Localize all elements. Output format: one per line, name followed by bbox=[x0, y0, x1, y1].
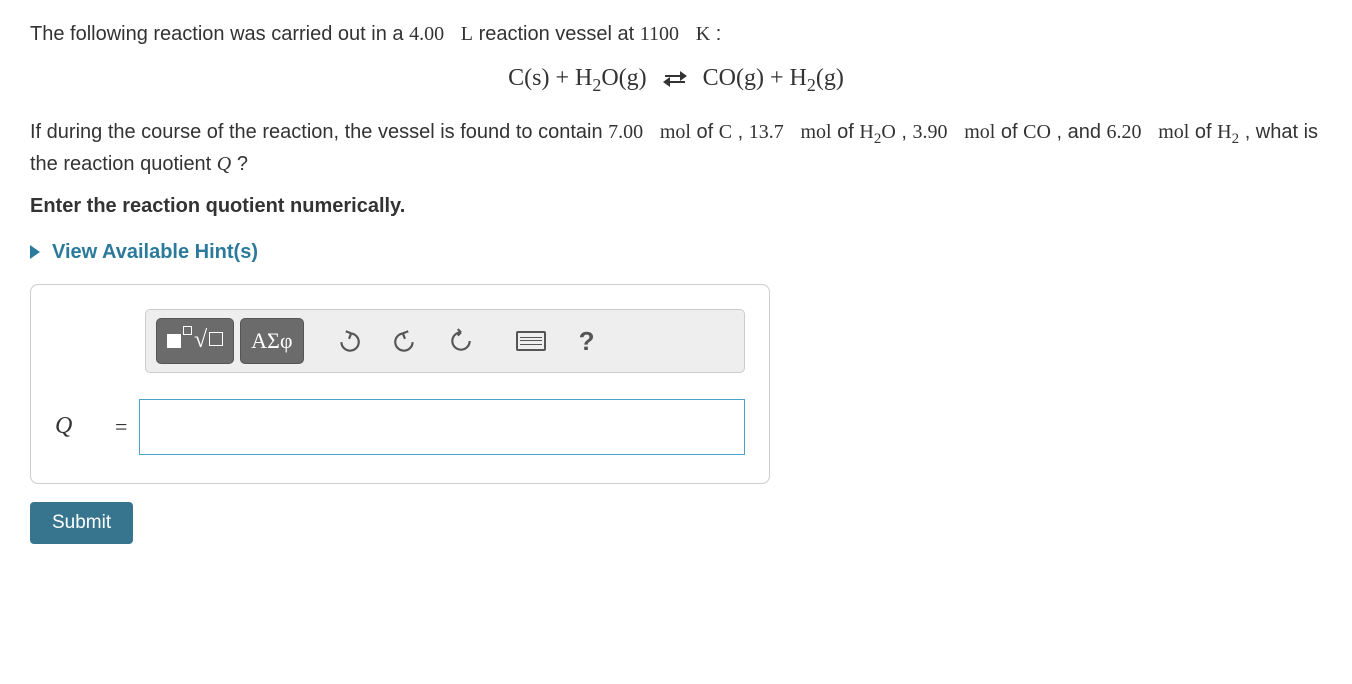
eq-lhs2-sub: 2 bbox=[592, 75, 601, 95]
mol-h2o-val: 13.7 bbox=[749, 121, 784, 143]
undo-icon bbox=[336, 328, 362, 354]
help-button[interactable]: ? bbox=[562, 319, 612, 363]
answer-row: Q = bbox=[55, 399, 745, 455]
body-suffix-b: ? bbox=[237, 153, 248, 175]
submit-button[interactable]: Submit bbox=[30, 502, 133, 544]
problem-intro: The following reaction was carried out i… bbox=[30, 20, 1322, 48]
temperature-unit: K bbox=[696, 23, 710, 45]
sym-h2-base: H bbox=[1217, 121, 1231, 143]
of-2: of bbox=[837, 121, 859, 143]
redo-button[interactable] bbox=[380, 319, 430, 363]
of-3: of bbox=[1001, 121, 1023, 143]
problem-body: If during the course of the reaction, th… bbox=[30, 118, 1322, 178]
eq-lhs2-tail: O(g) bbox=[601, 65, 646, 91]
redo-icon bbox=[392, 328, 418, 354]
reaction-equation: C(s) + H2O(g) CO(g) + H2(g) bbox=[30, 62, 1322, 98]
equilibrium-arrow-icon bbox=[665, 72, 685, 86]
sep-1: , bbox=[738, 121, 749, 143]
eq-rhs1: CO(g) bbox=[703, 65, 764, 91]
math-template-icon: √ bbox=[167, 324, 223, 358]
mol-unit-3: mol bbox=[964, 121, 995, 143]
eq-plus2: + bbox=[770, 65, 790, 91]
reset-button[interactable] bbox=[436, 319, 486, 363]
equals-sign: = bbox=[115, 412, 127, 443]
hints-label: View Available Hint(s) bbox=[52, 238, 258, 266]
q-symbol: Q bbox=[217, 153, 231, 175]
sym-c: C bbox=[719, 121, 732, 143]
eq-lhs2-base: H bbox=[575, 65, 592, 91]
sym-h2o-tail: O bbox=[881, 121, 895, 143]
intro-text-a: The following reaction was carried out i… bbox=[30, 23, 409, 45]
sep-2: , bbox=[901, 121, 912, 143]
answer-panel: √ ΑΣφ ? Q = bbox=[30, 284, 770, 484]
mol-unit-2: mol bbox=[800, 121, 831, 143]
help-label: ? bbox=[579, 323, 595, 359]
sym-h2o-sub: 2 bbox=[874, 131, 882, 147]
mol-unit-4: mol bbox=[1158, 121, 1189, 143]
mol-unit-1: mol bbox=[660, 121, 691, 143]
view-hints-toggle[interactable]: View Available Hint(s) bbox=[30, 238, 1322, 266]
answer-input[interactable] bbox=[139, 399, 745, 455]
mol-h2-val: 6.20 bbox=[1107, 121, 1142, 143]
undo-button[interactable] bbox=[324, 319, 374, 363]
mol-c-val: 7.00 bbox=[608, 121, 643, 143]
intro-text-c: : bbox=[716, 23, 722, 45]
sym-h2-sub: 2 bbox=[1232, 131, 1240, 147]
intro-text-b: reaction vessel at bbox=[479, 23, 640, 45]
body-prefix: If during the course of the reaction, th… bbox=[30, 121, 608, 143]
temperature-value: 1100 bbox=[640, 23, 679, 45]
eq-plus1: + bbox=[555, 65, 575, 91]
greek-label: ΑΣφ bbox=[251, 326, 292, 357]
eq-rhs2-sub: 2 bbox=[807, 75, 816, 95]
answer-variable-label: Q bbox=[55, 410, 115, 444]
reset-icon bbox=[448, 328, 474, 354]
and: and bbox=[1068, 121, 1107, 143]
mol-co-val: 3.90 bbox=[913, 121, 948, 143]
sym-co: CO bbox=[1023, 121, 1051, 143]
eq-rhs2-tail: (g) bbox=[816, 65, 844, 91]
of-4: of bbox=[1195, 121, 1217, 143]
volume-value: 4.00 bbox=[409, 23, 444, 45]
keyboard-icon bbox=[516, 331, 546, 351]
instruction-text: Enter the reaction quotient numerically. bbox=[30, 192, 1322, 220]
greek-symbols-button[interactable]: ΑΣφ bbox=[240, 318, 303, 364]
eq-lhs1: C(s) bbox=[508, 65, 549, 91]
eq-rhs2-base: H bbox=[790, 65, 807, 91]
sep-3: , bbox=[1056, 121, 1067, 143]
volume-unit: L bbox=[461, 23, 473, 45]
keyboard-button[interactable] bbox=[506, 319, 556, 363]
submit-label: Submit bbox=[52, 512, 111, 533]
chevron-right-icon bbox=[30, 245, 40, 259]
math-templates-button[interactable]: √ bbox=[156, 318, 234, 364]
sym-h2o-base: H bbox=[859, 121, 873, 143]
equation-toolbar: √ ΑΣφ ? bbox=[145, 309, 745, 373]
of-1: of bbox=[697, 121, 719, 143]
